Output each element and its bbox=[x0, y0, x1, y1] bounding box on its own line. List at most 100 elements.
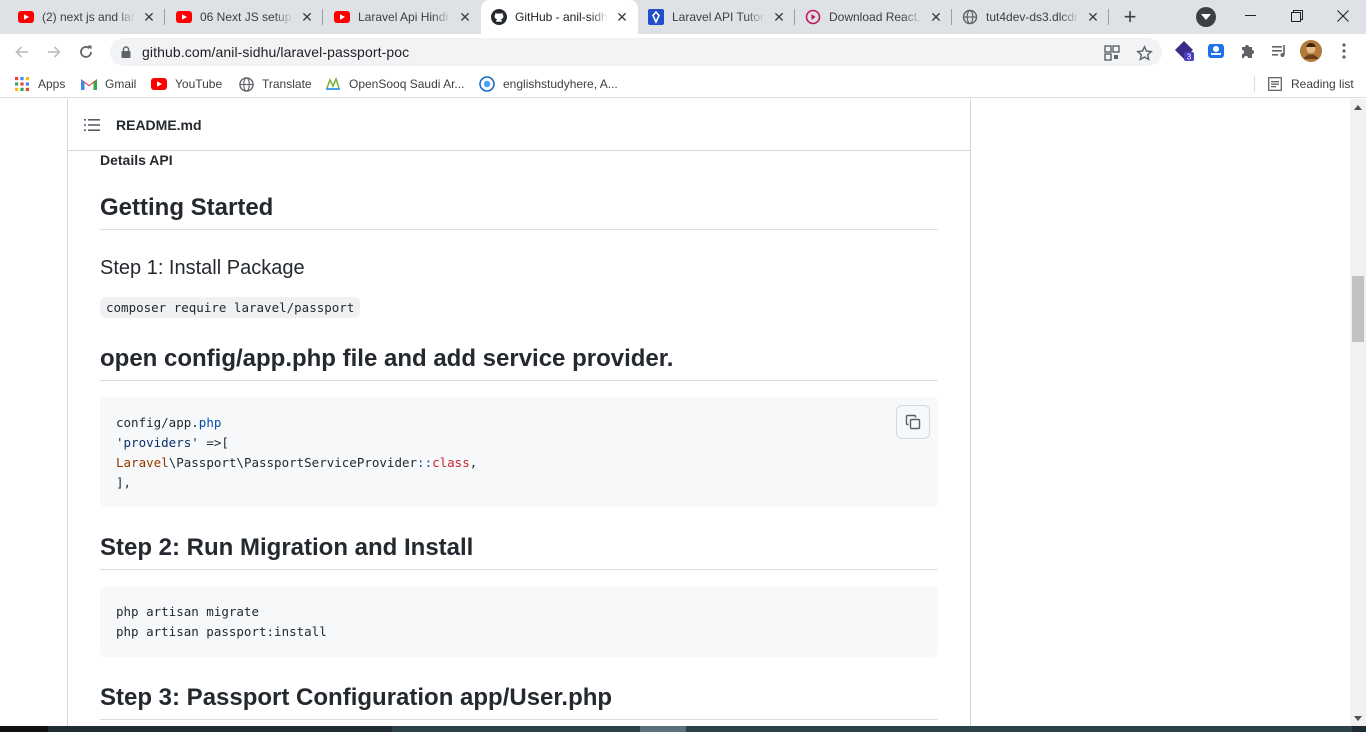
heading-step3: Step 3: Passport Configuration app/User.… bbox=[100, 683, 938, 720]
opensooq-icon bbox=[325, 76, 341, 92]
reload-button[interactable] bbox=[74, 40, 98, 64]
taskbar-segment bbox=[0, 726, 48, 732]
bookmark-translate[interactable]: Translate bbox=[238, 75, 312, 93]
readme-file-name[interactable]: README.md bbox=[116, 117, 202, 133]
media-controls-icon[interactable] bbox=[1268, 40, 1290, 62]
new-tab-button[interactable]: + bbox=[1118, 4, 1142, 29]
arrow-left-icon bbox=[15, 46, 28, 58]
tab-download-react[interactable]: Download React, Ve ✕ bbox=[795, 0, 952, 34]
chevron-down-icon bbox=[1201, 14, 1211, 20]
address-bar[interactable]: github.com/anil-sidhu/laravel-passport-p… bbox=[110, 38, 1162, 66]
code-line: php artisan passport:install bbox=[116, 624, 327, 639]
forward-button[interactable] bbox=[42, 40, 66, 64]
arrow-right-icon bbox=[48, 46, 61, 58]
close-tab-icon[interactable]: ✕ bbox=[1085, 9, 1101, 25]
bookmark-label: englishstudyhere, A... bbox=[503, 77, 618, 91]
gmail-icon bbox=[81, 76, 97, 92]
bookmark-englishstudyhere[interactable]: englishstudyhere, A... bbox=[479, 75, 618, 93]
details-api-text: Details API bbox=[100, 152, 173, 168]
restore-button[interactable] bbox=[1274, 0, 1320, 32]
code-token: , bbox=[469, 455, 478, 470]
dictionary-extension-icon[interactable] bbox=[1205, 40, 1227, 62]
web-page: README.md Details API Getting Started St… bbox=[0, 99, 1350, 726]
toptal-icon bbox=[648, 9, 664, 25]
readme-panel: README.md Details API Getting Started St… bbox=[67, 99, 971, 726]
bookmark-label: Apps bbox=[38, 77, 66, 91]
close-window-button[interactable] bbox=[1320, 0, 1366, 32]
scroll-up-icon[interactable] bbox=[1350, 99, 1366, 115]
minimize-button[interactable] bbox=[1228, 0, 1274, 32]
code-token: Laravel bbox=[116, 455, 169, 470]
code-token: :: bbox=[417, 455, 433, 470]
code-token: config/app. bbox=[116, 415, 199, 430]
tab-title: 06 Next JS setup wit bbox=[200, 10, 293, 24]
code-token: php bbox=[198, 415, 222, 430]
tab-laravel-api-hindi[interactable]: Laravel Api Hindi Tu ✕ bbox=[316, 0, 481, 34]
close-tab-icon[interactable]: ✕ bbox=[299, 9, 315, 25]
os-taskbar bbox=[0, 726, 1366, 732]
minimize-icon bbox=[1245, 15, 1256, 16]
tab-github-active[interactable]: GitHub - anil-sidhu ✕ bbox=[481, 0, 638, 34]
youtube-icon bbox=[151, 76, 167, 92]
bookmark-label: OpenSooq Saudi Ar... bbox=[349, 77, 465, 91]
table-of-contents-icon[interactable] bbox=[84, 117, 100, 133]
bookmark-apps[interactable]: Apps bbox=[14, 75, 65, 93]
bookmark-star-icon[interactable] bbox=[1135, 44, 1153, 62]
code-config-pre: config/app.php 'providers' =>[ Laravel\P… bbox=[100, 397, 938, 507]
tab-strip: (2) next js and larav ✕ 06 Next JS setup… bbox=[0, 0, 1366, 34]
bookmark-label: Gmail bbox=[105, 77, 137, 91]
code-line: php artisan migrate bbox=[116, 604, 259, 619]
page-scrollbar[interactable] bbox=[1350, 99, 1366, 726]
copy-button[interactable] bbox=[896, 405, 930, 439]
bookmarks-divider bbox=[1254, 76, 1255, 92]
close-tab-icon[interactable]: ✕ bbox=[771, 9, 787, 25]
puzzle-extensions-icon[interactable] bbox=[1237, 40, 1259, 62]
tab-title: Laravel API Tutorial bbox=[672, 10, 765, 24]
code-block-config: config/app.php 'providers' =>[ Laravel\P… bbox=[100, 397, 938, 507]
heading-open-config: open config/app.php file and add service… bbox=[100, 344, 938, 381]
close-tab-icon[interactable]: ✕ bbox=[141, 9, 157, 25]
bookmark-youtube[interactable]: YouTube bbox=[151, 75, 222, 93]
close-tab-icon[interactable]: ✕ bbox=[614, 9, 630, 25]
code-block-migrate: php artisan migrate php artisan passport… bbox=[100, 586, 938, 657]
install-app-icon[interactable] bbox=[1103, 44, 1121, 62]
bookmarks-bar: Apps Gmail YouTube Translate OpenSooq Sa… bbox=[0, 70, 1366, 98]
reading-list-button[interactable]: Reading list bbox=[1267, 75, 1354, 93]
tab-laravel-api-tutorial[interactable]: Laravel API Tutorial ✕ bbox=[638, 0, 795, 34]
inline-code-composer: composer require laravel/passport bbox=[100, 297, 361, 318]
close-tab-icon[interactable]: ✕ bbox=[457, 9, 473, 25]
scrollbar-thumb[interactable] bbox=[1352, 276, 1364, 342]
bookmark-opensooq[interactable]: OpenSooq Saudi Ar... bbox=[325, 75, 464, 93]
close-tab-icon[interactable]: ✕ bbox=[928, 9, 944, 25]
youtube-icon bbox=[176, 9, 192, 25]
tab-next-js-laravel[interactable]: (2) next js and larav ✕ bbox=[0, 0, 165, 34]
bookmark-gmail[interactable]: Gmail bbox=[81, 75, 136, 93]
tab-tut4dev[interactable]: tut4dev-ds3.dlcdn ✕ bbox=[952, 0, 1109, 34]
kebab-menu-icon[interactable] bbox=[1333, 40, 1355, 62]
reading-list-icon bbox=[1267, 76, 1283, 92]
svg-text:3: 3 bbox=[1187, 53, 1192, 62]
taskbar-segment bbox=[640, 726, 686, 732]
browser-toolbar: github.com/anil-sidhu/laravel-passport-p… bbox=[0, 34, 1366, 70]
translate-icon bbox=[238, 76, 254, 92]
profile-avatar[interactable] bbox=[1300, 40, 1322, 62]
tab-title: GitHub - anil-sidhu bbox=[515, 10, 608, 24]
code-token: class bbox=[432, 455, 470, 470]
englishstudy-icon bbox=[479, 76, 495, 92]
tab-search-button[interactable] bbox=[1196, 7, 1216, 27]
reload-icon bbox=[80, 45, 92, 58]
code-token: ], bbox=[116, 475, 132, 490]
restore-icon bbox=[1291, 10, 1303, 22]
bookmark-label: Translate bbox=[262, 77, 312, 91]
tab-next-js-setup[interactable]: 06 Next JS setup wit ✕ bbox=[158, 0, 323, 34]
back-button[interactable] bbox=[10, 40, 34, 64]
lock-icon bbox=[120, 46, 132, 58]
heading-step2: Step 2: Run Migration and Install bbox=[100, 533, 938, 570]
close-icon bbox=[1337, 10, 1349, 22]
apps-grid-icon bbox=[14, 76, 30, 92]
bookmark-label: YouTube bbox=[175, 77, 223, 91]
youtube-icon bbox=[18, 9, 34, 25]
taskbar-segment bbox=[392, 726, 1352, 732]
scroll-down-icon[interactable] bbox=[1350, 710, 1366, 726]
extension-badge-icon[interactable]: 3 bbox=[1174, 40, 1196, 62]
